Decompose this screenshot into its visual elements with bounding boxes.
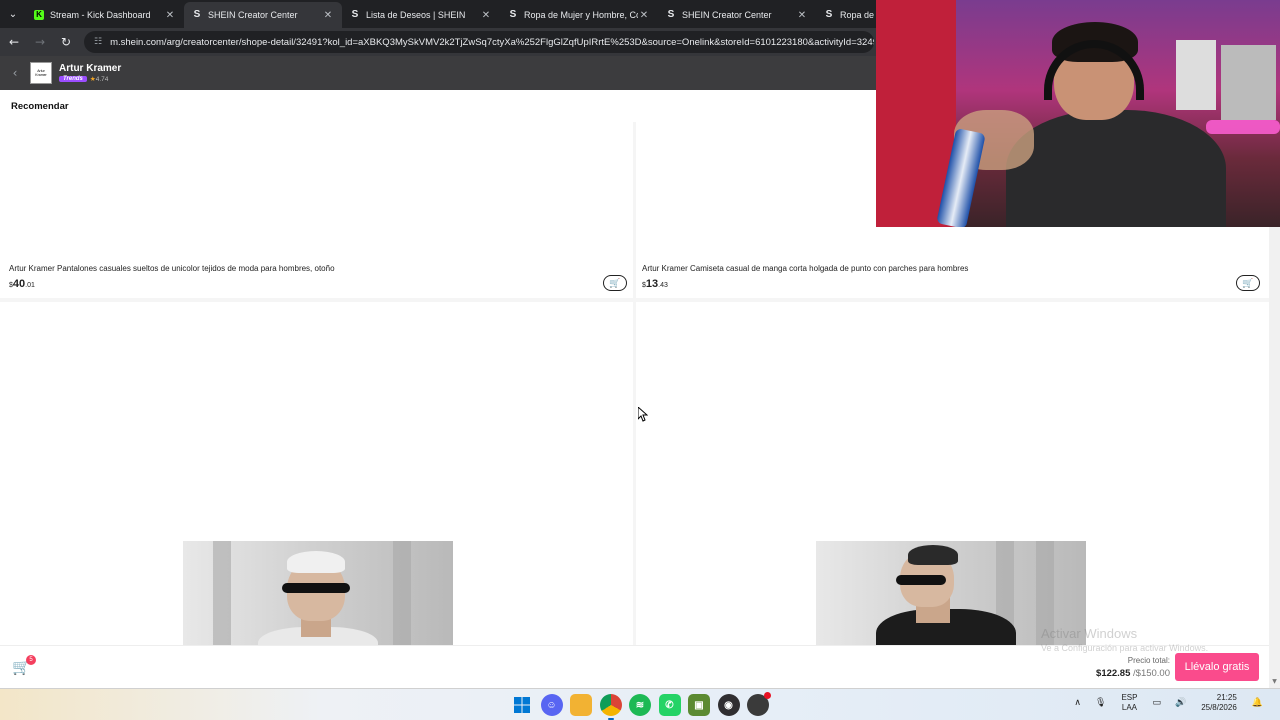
- store-logo[interactable]: Artur Kramer: [30, 62, 52, 84]
- total-price-label: Precio total:: [1127, 656, 1170, 665]
- forward-arrow-icon[interactable]: →: [28, 30, 52, 54]
- close-icon[interactable]: ✕: [638, 10, 650, 21]
- discord-icon[interactable]: ☺: [540, 694, 563, 716]
- show-hidden-icons-chevron-icon[interactable]: ∧: [1074, 698, 1081, 708]
- activate-windows-title: Activar Windows: [1041, 626, 1138, 641]
- shein-icon: S: [193, 9, 201, 20]
- whatsapp-icon[interactable]: ✆: [658, 694, 681, 716]
- back-arrow-icon[interactable]: ←: [2, 30, 26, 54]
- mouse-cursor-icon: [637, 405, 649, 427]
- tab-recomendar[interactable]: Recomendar: [11, 101, 69, 112]
- tab-kick-dashboard[interactable]: K Stream - Kick Dashboard ✕: [26, 2, 184, 28]
- activate-windows-subtitle: Ve a Configuración para activar Windows.: [1041, 643, 1209, 653]
- volume-icon[interactable]: 🔊: [1175, 698, 1186, 708]
- product-price: $40.01: [9, 278, 35, 290]
- windows-start-icon[interactable]: [511, 694, 533, 716]
- price-decimal: .43: [658, 282, 668, 289]
- recording-app-icon[interactable]: [747, 692, 771, 716]
- store-rating: ★4.74: [90, 75, 108, 83]
- tab-title: Lista de Deseos | SHEIN: [366, 10, 466, 20]
- store-info: Artur Kramer Trends ★4.74: [59, 63, 121, 83]
- price-integer: 40: [12, 278, 26, 290]
- close-icon[interactable]: ✕: [164, 10, 176, 21]
- product-card[interactable]: [0, 302, 633, 645]
- store-header: ‹ Artur Kramer Artur Kramer Trends ★4.74: [0, 56, 876, 90]
- clock-date: 25/8/2026: [1201, 703, 1237, 712]
- system-tray: ∧ 🎙 ESP LAA ▭ 🔊 21:25 25/8/2026 🔔: [1067, 693, 1270, 713]
- microphone-icon[interactable]: 🎙: [1095, 698, 1106, 708]
- product-title[interactable]: Artur Kramer Pantalones casuales sueltos…: [9, 264, 335, 273]
- spotify-icon[interactable]: ≋: [629, 694, 651, 716]
- price-integer: 13: [645, 278, 659, 290]
- rating-value: 4.74: [95, 76, 109, 83]
- language-indicator[interactable]: ESP LAA: [1121, 693, 1137, 713]
- tab-shein-creator-center-2[interactable]: S SHEIN Creator Center ✕: [658, 2, 816, 28]
- chrome-icon[interactable]: [599, 694, 622, 720]
- product-price: $13.43: [642, 278, 668, 290]
- product-card[interactable]: Artur Kramer Pantalones casuales sueltos…: [0, 122, 633, 298]
- tab-ropa-mujer-hombre[interactable]: S Ropa de Mujer y Hombre, Com ✕: [500, 2, 658, 28]
- shein-icon: S: [825, 9, 833, 20]
- price-decimal: .01: [25, 282, 35, 289]
- tab-title: SHEIN Creator Center: [208, 10, 298, 20]
- total-amount: $122.85: [1096, 668, 1131, 679]
- tab-search-icon[interactable]: ⌄: [0, 0, 26, 28]
- address-bar[interactable]: ☷ m.shein.com/arg/creatorcenter/shope-de…: [84, 31, 874, 53]
- tab-title: Stream - Kick Dashboard: [50, 10, 151, 20]
- tab-shein-creator-center[interactable]: S SHEIN Creator Center ✕: [184, 2, 342, 28]
- keyboard-layout: LAA: [1121, 703, 1137, 712]
- trends-badge: Trends: [59, 76, 87, 82]
- product-title[interactable]: Artur Kramer Camiseta casual de manga co…: [642, 264, 968, 273]
- cart-count-badge: 5: [26, 655, 36, 665]
- free-threshold: /$150.00: [1133, 668, 1170, 679]
- webcam-overlay: [876, 0, 1280, 227]
- chevron-left-icon[interactable]: ‹: [0, 66, 30, 80]
- product-card[interactable]: [636, 302, 1269, 645]
- section-tabs: Recomendar: [0, 90, 876, 122]
- url-text: m.shein.com/arg/creatorcenter/shope-deta…: [110, 36, 874, 48]
- clock[interactable]: 21:25 25/8/2026: [1201, 693, 1237, 713]
- reload-icon[interactable]: ↻: [54, 30, 78, 54]
- close-icon[interactable]: ✕: [322, 10, 334, 21]
- store-meta: Trends ★4.74: [59, 75, 121, 83]
- add-to-cart-button[interactable]: 🛒: [603, 275, 627, 291]
- tab-title: SHEIN Creator Center: [682, 10, 772, 20]
- product-image[interactable]: [183, 541, 453, 645]
- add-to-cart-button[interactable]: 🛒: [1236, 275, 1260, 291]
- kick-icon: K: [34, 10, 44, 20]
- shein-icon: S: [351, 9, 359, 20]
- shein-icon: S: [667, 9, 675, 20]
- taskbar-apps: ☺ ≋ ✆ ▣ ◉: [511, 692, 777, 720]
- notification-bell-icon[interactable]: 🔔: [1252, 698, 1263, 708]
- site-settings-icon[interactable]: ☷: [94, 37, 102, 47]
- close-icon[interactable]: ✕: [796, 10, 808, 21]
- scrollbar[interactable]: [1269, 227, 1280, 688]
- close-icon[interactable]: ✕: [480, 10, 492, 21]
- take-free-button[interactable]: Llévalo gratis: [1175, 653, 1259, 681]
- network-icon[interactable]: ▭: [1152, 698, 1161, 708]
- scroll-down-arrow-icon[interactable]: ▼: [1269, 678, 1280, 688]
- windows-taskbar: ☺ ≋ ✆ ▣ ◉ ∧ 🎙 ESP LAA ▭ 🔊 21:25 25/8/202…: [0, 688, 1280, 720]
- tab-title: Ropa de Mujer y Hombre, Com: [524, 10, 638, 20]
- store-name: Artur Kramer: [59, 63, 122, 74]
- file-explorer-icon[interactable]: [570, 694, 592, 716]
- tab-wishlist[interactable]: S Lista de Deseos | SHEIN ✕: [342, 2, 500, 28]
- total-price-value: $122.85 /$150.00: [1096, 668, 1170, 679]
- shein-icon: S: [509, 9, 517, 20]
- clock-time: 21:25: [1216, 693, 1237, 702]
- obs-icon[interactable]: ◉: [717, 694, 740, 716]
- language-code: ESP: [1121, 693, 1138, 702]
- minecraft-icon[interactable]: ▣: [688, 694, 710, 716]
